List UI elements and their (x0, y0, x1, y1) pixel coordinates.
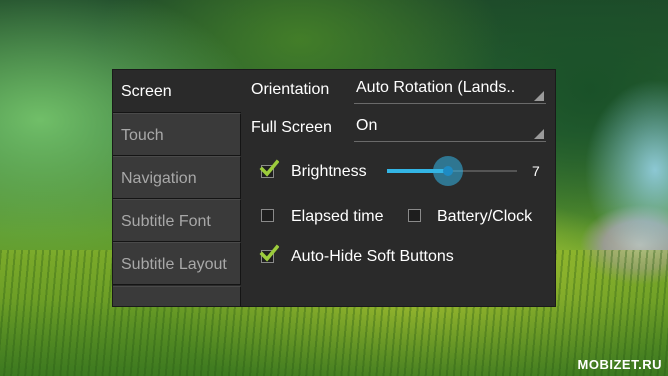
elapsed-time-label: Elapsed time (291, 208, 384, 225)
tab-subtitle-font[interactable]: Subtitle Font (113, 199, 241, 242)
full-screen-value: On (356, 117, 378, 134)
brightness-slider-thumb[interactable] (433, 156, 464, 186)
tab-screen[interactable]: Screen (113, 70, 241, 113)
orientation-value: Auto Rotation (Lands.. (356, 79, 516, 96)
brightness-label: Brightness (291, 163, 367, 180)
auto-hide-checkbox[interactable] (259, 244, 279, 263)
tab-navigation[interactable]: Navigation (113, 156, 241, 199)
elapsed-time-checkbox[interactable] (261, 209, 274, 222)
checkmark-icon (259, 159, 279, 177)
slider-thumb-dot (443, 166, 454, 176)
battery-clock-label: Battery/Clock (437, 208, 533, 225)
dropdown-corner-icon (534, 91, 544, 101)
brightness-checkbox[interactable] (259, 159, 279, 178)
tab-touch[interactable]: Touch (113, 113, 241, 156)
tab-label: Subtitle Font (121, 213, 211, 230)
full-screen-label: Full Screen (251, 119, 332, 136)
orientation-dropdown[interactable]: Auto Rotation (Lands.. (354, 76, 546, 104)
tab-filler (113, 286, 241, 306)
tab-label: Subtitle Layout (121, 256, 227, 273)
battery-clock-checkbox[interactable] (408, 209, 421, 222)
full-screen-dropdown[interactable]: On (354, 114, 546, 142)
watermark: MOBIZET.RU (577, 357, 662, 372)
screen-settings-panel: Orientation Auto Rotation (Lands.. Full … (241, 70, 555, 306)
tab-label: Touch (121, 127, 164, 144)
tab-subtitle-layout[interactable]: Subtitle Layout (113, 242, 241, 285)
tab-label: Navigation (121, 170, 197, 187)
settings-dialog: Screen Touch Navigation Subtitle Font Su… (112, 69, 556, 307)
tab-label: Screen (121, 83, 172, 100)
checkmark-icon (259, 244, 279, 262)
tab-list: Screen Touch Navigation Subtitle Font Su… (113, 70, 241, 306)
orientation-label: Orientation (251, 81, 330, 98)
brightness-value: 7 (532, 163, 540, 179)
dropdown-corner-icon (534, 129, 544, 139)
auto-hide-label: Auto-Hide Soft Buttons (291, 248, 454, 265)
